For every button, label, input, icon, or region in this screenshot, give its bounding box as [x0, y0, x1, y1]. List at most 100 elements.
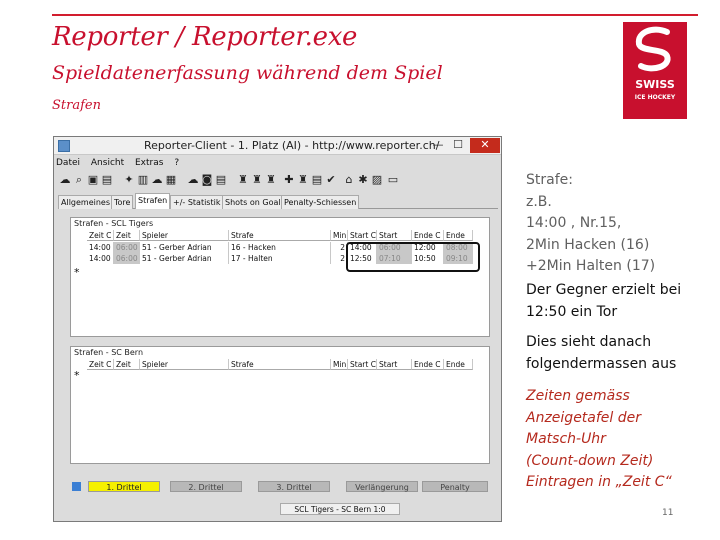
away-team-icon[interactable]: ♜: [265, 174, 277, 186]
note-line: folgendermassen aus: [526, 355, 677, 372]
col-zeit-c[interactable]: Zeit C: [87, 359, 114, 370]
col-min[interactable]: Min: [331, 230, 348, 241]
away-header-row: Zeit C Zeit Spieler Strafe Min Start C S…: [71, 359, 489, 370]
col-zeit-c[interactable]: Zeit C: [87, 230, 114, 241]
tab-penalty-schiessen[interactable]: Penalty-Schiessen: [281, 195, 360, 209]
period-tab-penalty[interactable]: Penalty: [422, 481, 488, 492]
players-icon[interactable]: ✦: [123, 174, 135, 186]
cell-spieler[interactable]: 51 - Gerber Adrian: [140, 253, 229, 264]
cell-strafe[interactable]: 16 - Hacken: [229, 242, 331, 253]
home-team-icon[interactable]: ♜: [237, 174, 249, 186]
cell-zeit[interactable]: 06:00: [114, 253, 140, 264]
away-panel-title: Strafen - SC Bern: [74, 348, 144, 357]
home-panel-title: Strafen - SCL Tigers: [74, 219, 154, 228]
cell-zeit[interactable]: 06:00: [114, 242, 140, 253]
col-start[interactable]: Start: [377, 230, 412, 241]
chart-icon[interactable]: ▨: [371, 174, 383, 186]
notes-icon[interactable]: ▤: [215, 174, 227, 186]
pin-icon[interactable]: ✱: [357, 174, 369, 186]
top-rule: [52, 14, 698, 16]
checkmark-icon[interactable]: ✔: [325, 174, 337, 186]
tv-icon[interactable]: ▭: [387, 174, 399, 186]
col-min[interactable]: Min: [331, 359, 348, 370]
home-header-row: Zeit C Zeit Spieler Strafe Min Start C S…: [71, 230, 489, 241]
note-line: (Count-down Zeit): [526, 452, 654, 469]
maximize-button[interactable]: ☐: [449, 138, 467, 153]
note-result: Dies sieht danach folgendermassen aus: [526, 332, 676, 375]
col-spieler[interactable]: Spieler: [140, 359, 229, 370]
checklist-icon[interactable]: ▤: [311, 174, 323, 186]
search-icon[interactable]: ⌕: [73, 174, 85, 186]
period-tabs: 1. Drittel 2. Drittel 3. Drittel Verläng…: [70, 481, 490, 495]
tab-strafen[interactable]: Strafen: [135, 193, 171, 209]
score-status: SCL Tigers - SC Bern 1:0: [280, 503, 400, 515]
tab-allgemeines[interactable]: Allgemeines: [58, 195, 114, 209]
save-icon[interactable]: ▣: [87, 174, 99, 186]
col-spieler[interactable]: Spieler: [140, 230, 229, 241]
note-line: Strafe:: [526, 172, 573, 188]
menu-datei[interactable]: Datei: [56, 158, 80, 168]
col-strafe[interactable]: Strafe: [229, 230, 331, 241]
period-tab-1[interactable]: 1. Drittel: [88, 481, 160, 492]
note-line: 12:50 ein Tor: [526, 303, 618, 320]
col-ende-c[interactable]: Ende C: [412, 359, 444, 370]
swoosh-icon: [635, 26, 671, 72]
menu-extras[interactable]: Extras: [135, 158, 163, 168]
note-line: Der Gegner erzielt bei: [526, 282, 682, 298]
cell-zeit-c[interactable]: 14:00: [87, 253, 114, 264]
note-hint: Zeiten gemäss Anzeigetafel der Matsch-Uh…: [526, 386, 672, 494]
col-start-c[interactable]: Start C: [348, 359, 377, 370]
home-icon[interactable]: ⌂: [343, 174, 355, 186]
menu-ansicht[interactable]: Ansicht: [91, 158, 124, 168]
col-zeit[interactable]: Zeit: [114, 359, 140, 370]
period-tab-overtime[interactable]: Verlängerung: [346, 481, 418, 492]
tab-statistik[interactable]: +/- Statistik: [170, 195, 224, 209]
referee-icon[interactable]: ✚: [283, 174, 295, 186]
slide-subtitle: Spieldatenerfassung während dem Spiel: [52, 62, 443, 84]
swiss-ice-hockey-logo: SWISS ICE HOCKEY: [623, 22, 687, 119]
logo-line2: ICE HOCKEY: [634, 94, 676, 101]
cell-strafe[interactable]: 17 - Halten: [229, 253, 331, 264]
col-strafe[interactable]: Strafe: [229, 359, 331, 370]
tab-tore[interactable]: Tore: [111, 195, 134, 209]
clipboard-icon[interactable]: ▤: [101, 174, 113, 186]
menu-help[interactable]: ?: [174, 158, 179, 168]
period-tab-3[interactable]: 3. Drittel: [258, 481, 330, 492]
toolbar: ☁ ⌕ ▣ ▤ ✦ ▥ ☁ ▦ ☁ ◙ ▤ ♜ ♜ ♜ ✚ ♜ ▤ ✔ ⌂ ✱ …: [57, 173, 498, 189]
window-title: Reporter-Client - 1. Platz (AI) - http:/…: [144, 139, 440, 152]
cloud-upload-icon[interactable]: ☁: [151, 174, 163, 186]
col-start[interactable]: Start: [377, 359, 412, 370]
away-penalties-panel: Strafen - SC Bern Zeit C Zeit Spieler St…: [70, 346, 490, 464]
main-tabs: Allgemeines Tore Strafen +/- Statistik S…: [58, 193, 498, 209]
logo-line1: SWISS: [635, 78, 675, 91]
note-line: Eintragen in „Zeit C“: [526, 474, 672, 490]
app-icon: [58, 140, 70, 152]
close-button[interactable]: ✕: [470, 138, 500, 153]
new-row-marker: *: [74, 369, 80, 382]
note-line: Matsch-Uhr: [526, 431, 606, 447]
reporter-window: Reporter-Client - 1. Platz (AI) - http:/…: [53, 136, 502, 522]
cloud-download-icon[interactable]: ☁: [59, 174, 71, 186]
note-example: Strafe: z.B. 14:00 , Nr.15, 2Min Hacken …: [526, 170, 655, 278]
col-ende[interactable]: Ende: [444, 359, 473, 370]
col-ende-c[interactable]: Ende C: [412, 230, 444, 241]
copy-icon[interactable]: ▦: [165, 174, 177, 186]
col-ende[interactable]: Ende: [444, 230, 473, 241]
camera-icon[interactable]: ◙: [201, 174, 213, 186]
page-number: 11: [662, 508, 674, 518]
lineup-icon[interactable]: ▥: [137, 174, 149, 186]
period-tab-2[interactable]: 2. Drittel: [170, 481, 242, 492]
cell-zeit-c[interactable]: 14:00: [87, 242, 114, 253]
officials-icon[interactable]: ♜: [297, 174, 309, 186]
home-lineup-icon[interactable]: ♜: [251, 174, 263, 186]
highlight-box: [346, 242, 480, 272]
note-line: Anzeigetafel der: [526, 409, 642, 426]
cloud-sync-icon[interactable]: ☁: [187, 174, 199, 186]
tab-shots-on-goal[interactable]: Shots on Goal: [222, 195, 284, 209]
col-start-c[interactable]: Start C: [348, 230, 377, 241]
minimize-button[interactable]: —: [429, 138, 447, 153]
col-zeit[interactable]: Zeit: [114, 230, 140, 241]
slide-title: Reporter / Reporter.exe: [52, 22, 358, 52]
cell-spieler[interactable]: 51 - Gerber Adrian: [140, 242, 229, 253]
note-line: z.B.: [526, 193, 552, 210]
